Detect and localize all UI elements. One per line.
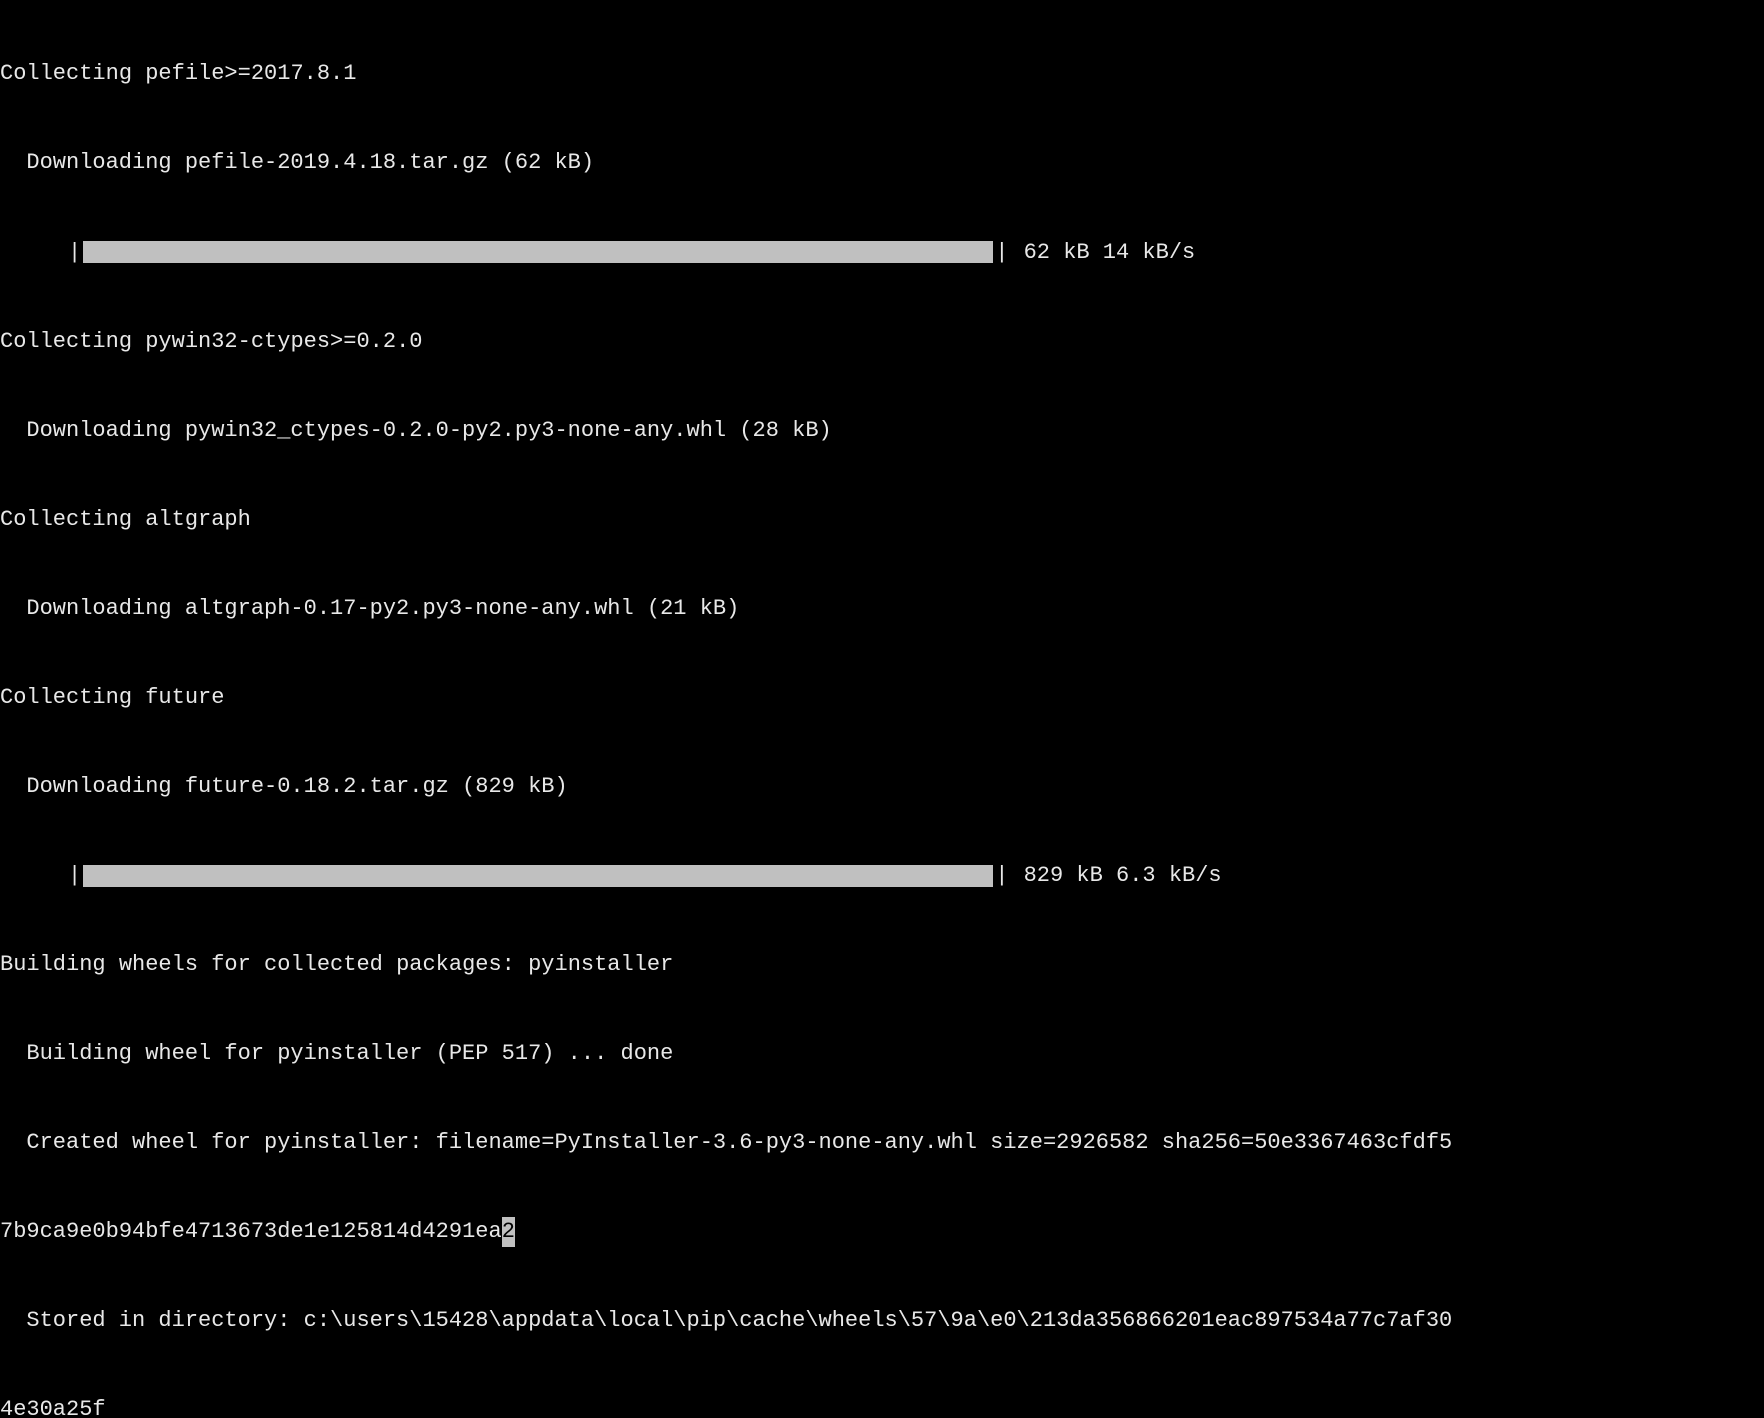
output-line: Collecting altgraph (0, 505, 1764, 535)
output-line: Collecting pywin32-ctypes>=0.2.0 (0, 327, 1764, 357)
output-line: Building wheels for collected packages: … (0, 950, 1764, 980)
terminal-cursor: 2 (502, 1217, 515, 1247)
output-line: Collecting pefile>=2017.8.1 (0, 59, 1764, 89)
progress-pipe-icon: | (66, 238, 83, 268)
output-line: Building wheel for pyinstaller (PEP 517)… (0, 1039, 1764, 1069)
progress-bar (83, 241, 993, 263)
output-line-wrapped: 7b9ca9e0b94bfe4713673de1e125814d4291ea2 (0, 1217, 1764, 1247)
progress-text: 62 kB 14 kB/s (1010, 238, 1195, 268)
output-line: Downloading future-0.18.2.tar.gz (829 kB… (0, 772, 1764, 802)
progress-bar (83, 865, 993, 887)
output-line: Downloading pywin32_ctypes-0.2.0-py2.py3… (0, 416, 1764, 446)
progress-pipe-icon: | (993, 238, 1010, 268)
output-text: 7b9ca9e0b94bfe4713673de1e125814d4291ea (0, 1219, 502, 1244)
terminal-output[interactable]: Collecting pefile>=2017.8.1 Downloading … (0, 0, 1764, 1418)
progress-row: | | 62 kB 14 kB/s (0, 238, 1764, 268)
output-line: Stored in directory: c:\users\15428\appd… (0, 1306, 1764, 1336)
output-line: Downloading pefile-2019.4.18.tar.gz (62 … (0, 148, 1764, 178)
output-line: Collecting future (0, 683, 1764, 713)
progress-pipe-icon: | (66, 861, 83, 891)
progress-row: | | 829 kB 6.3 kB/s (0, 861, 1764, 891)
output-line: Downloading altgraph-0.17-py2.py3-none-a… (0, 594, 1764, 624)
output-line-wrapped: 4e30a25f (0, 1395, 1764, 1418)
output-line: Created wheel for pyinstaller: filename=… (0, 1128, 1764, 1158)
progress-pipe-icon: | (993, 861, 1010, 891)
progress-text: 829 kB 6.3 kB/s (1010, 861, 1221, 891)
